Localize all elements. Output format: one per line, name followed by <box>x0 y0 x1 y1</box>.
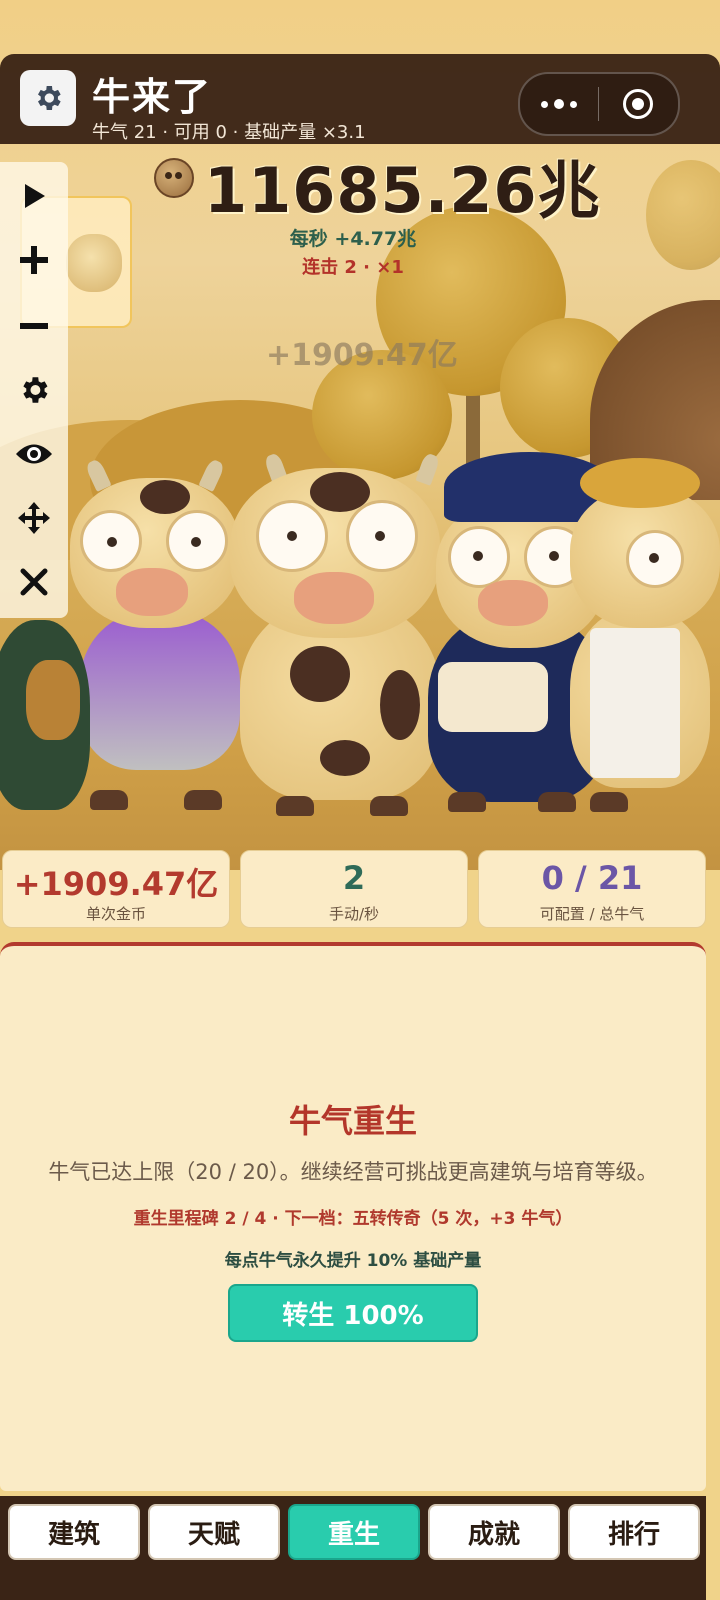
stat-value: 0 / 21 <box>541 859 643 897</box>
stat-label: 手动/秒 <box>328 905 380 923</box>
stat-coin-per-tap: +1909.47亿 单次金币 <box>2 850 230 928</box>
tab-achievements[interactable]: 成就 <box>428 1504 560 1560</box>
move-button[interactable] <box>0 490 68 546</box>
more-dots-icon <box>541 100 548 108</box>
close-icon <box>20 568 48 596</box>
gear-icon <box>23 377 48 403</box>
stat-label: 单次金币 <box>85 905 146 923</box>
debug-toolbar <box>0 162 68 618</box>
stat-value: 2 <box>342 859 366 897</box>
play-icon <box>25 184 45 208</box>
gear-icon <box>38 86 61 110</box>
zoom-in-button[interactable] <box>0 232 68 288</box>
cow-plain[interactable] <box>220 450 450 830</box>
rebirth-button[interactable]: 转生 100% <box>228 1284 478 1342</box>
tab-buildings[interactable]: 建筑 <box>8 1504 140 1560</box>
tool-settings-button[interactable] <box>0 362 68 418</box>
rebirth-panel: 牛气重生 牛气已达上限（20 / 20）。继续经营可挑战更高建筑与培育等级。 重… <box>0 942 706 1491</box>
stat-label: 可配置 / 总牛气 <box>539 905 645 923</box>
rebirth-bonus: 每点牛气永久提升 10% 基础产量 <box>224 1251 482 1271</box>
cow-chef[interactable] <box>560 458 720 818</box>
eye-icon <box>16 444 52 464</box>
move-icon <box>18 502 50 534</box>
panel-title: 牛气重生 <box>288 1102 417 1140</box>
close-tools-button[interactable] <box>0 554 68 610</box>
visibility-button[interactable] <box>0 426 68 482</box>
tab-rebirth[interactable]: 重生 <box>288 1504 420 1560</box>
top-bar: 牛来了 牛气 21 · 可用 0 · 基础产量 ×3.1 <box>0 54 720 144</box>
bottom-nav: 建筑 天赋 重生 成就 排行 <box>0 1496 706 1600</box>
stat-value: +1909.47亿 <box>13 865 219 903</box>
panel-description: 牛气已达上限（20 / 20）。继续经营可挑战更高建筑与培育等级。 <box>48 1160 658 1184</box>
tab-leaderboard[interactable]: 排行 <box>568 1504 700 1560</box>
stat-luck-points: 0 / 21 可配置 / 总牛气 <box>478 850 706 928</box>
floating-gain-text: +1909.47亿 <box>266 338 458 373</box>
more-button[interactable] <box>520 99 598 109</box>
cow-merchant[interactable] <box>0 600 90 830</box>
total-coins: 11685.26兆 <box>204 154 601 227</box>
cow-avatar <box>66 234 122 292</box>
minus-icon <box>20 323 48 329</box>
plus-icon <box>20 246 48 274</box>
settings-button[interactable] <box>20 70 76 126</box>
tab-talents[interactable]: 天赋 <box>148 1504 280 1560</box>
coin-icon <box>154 158 194 198</box>
rebirth-milestone: 重生里程碑 2 / 4 · 下一档：五转传奇（5 次，+3 牛气） <box>133 1209 573 1229</box>
miniprogram-capsule <box>518 72 680 136</box>
play-button[interactable] <box>0 168 68 224</box>
stat-taps-per-second: 2 手动/秒 <box>240 850 468 928</box>
app-title: 牛来了 <box>92 75 213 119</box>
close-miniprogram-button[interactable] <box>599 89 677 119</box>
target-icon <box>623 89 653 119</box>
zoom-out-button[interactable] <box>0 298 68 354</box>
